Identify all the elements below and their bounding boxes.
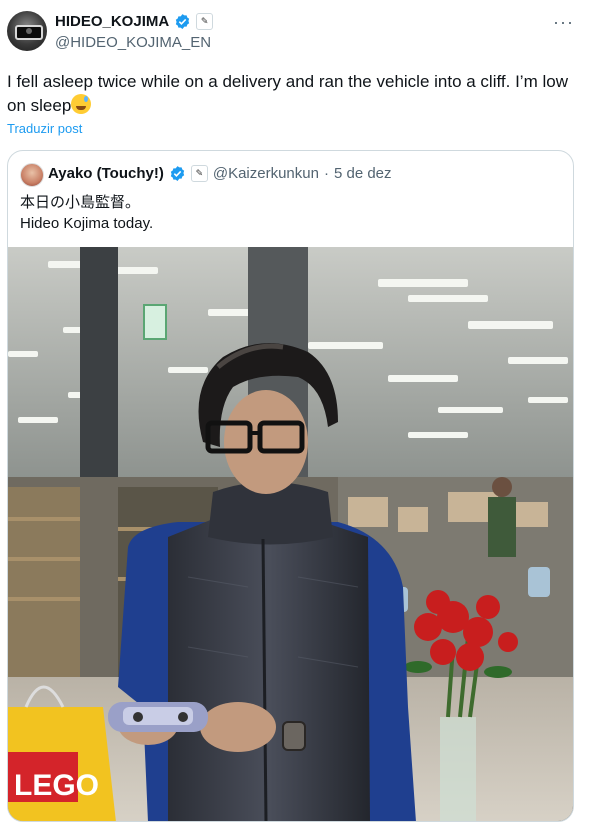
verified-badge-icon bbox=[176, 14, 190, 29]
quoted-author-handle: @Kaizerkunkun bbox=[212, 165, 319, 182]
quoted-author-avatar bbox=[20, 163, 44, 187]
photo-illustration: LEGO bbox=[8, 247, 573, 821]
bag-text: LEGO bbox=[14, 769, 99, 802]
author-display-name[interactable]: HIDEO_KOJIMA bbox=[55, 13, 169, 30]
camera-icon bbox=[15, 25, 43, 40]
quoted-post-photo[interactable]: LEGO bbox=[8, 247, 573, 821]
quoted-post[interactable]: Ayako (Touchy!) ✎ @Kaizerkunkun · 5 de d… bbox=[7, 150, 574, 822]
author-avatar[interactable] bbox=[7, 11, 47, 51]
quoted-text-line-english: Hideo Kojima today. bbox=[20, 215, 154, 232]
quoted-author-display-name: Ayako (Touchy!) bbox=[48, 165, 164, 182]
quoted-author-row: Ayako (Touchy!) ✎ @Kaizerkunkun · 5 de d… bbox=[48, 165, 392, 182]
quoted-verified-badge-icon bbox=[170, 166, 185, 181]
post: HIDEO_KOJIMA ✎ @HIDEO_KOJIMA_EN ··· I fe… bbox=[0, 0, 589, 822]
quoted-post-date: 5 de dez bbox=[333, 165, 392, 182]
quoted-meta-separator: · bbox=[323, 165, 329, 182]
post-text: I fell asleep twice while on a delivery … bbox=[7, 70, 577, 118]
quoted-affiliation-badge-icon: ✎ bbox=[190, 165, 208, 182]
quoted-post-text: 本日の小島監督。 Hideo Kojima today. bbox=[20, 192, 153, 234]
translate-post-link[interactable]: Traduzir post bbox=[7, 121, 82, 136]
more-options-icon[interactable]: ··· bbox=[553, 12, 574, 33]
author-name-row: HIDEO_KOJIMA ✎ bbox=[55, 13, 214, 30]
sweat-smile-emoji-icon bbox=[71, 94, 92, 114]
quoted-text-line-japanese: 本日の小島監督。 bbox=[20, 194, 141, 211]
author-handle[interactable]: @HIDEO_KOJIMA_EN bbox=[55, 34, 211, 51]
post-text-content: I fell asleep twice while on a delivery … bbox=[7, 72, 568, 115]
affiliation-badge-icon[interactable]: ✎ bbox=[196, 13, 214, 30]
